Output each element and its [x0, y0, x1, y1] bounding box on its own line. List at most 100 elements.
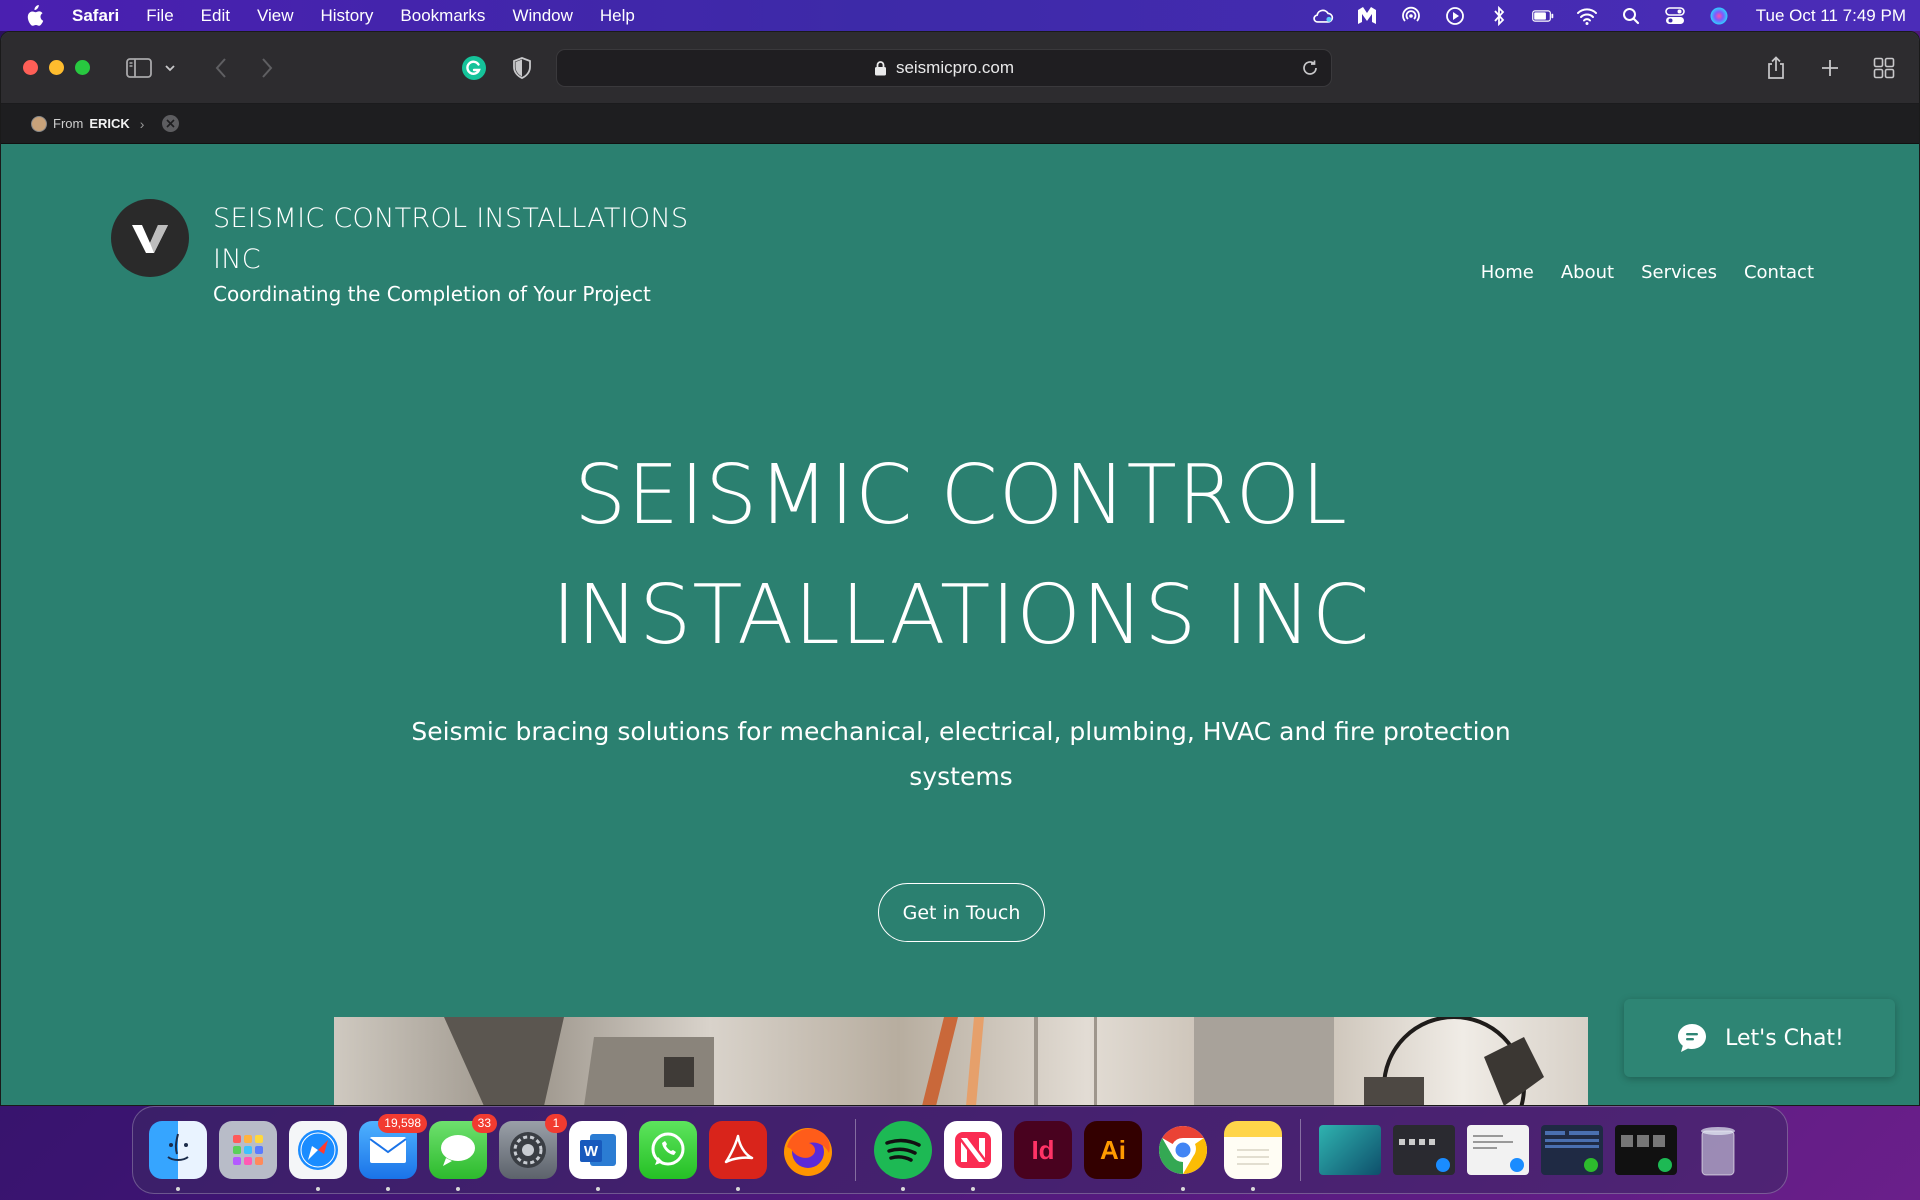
- messages-app-icon[interactable]: 33: [429, 1114, 497, 1191]
- running-indicator: [596, 1187, 600, 1191]
- get-in-touch-button[interactable]: Get in Touch: [878, 883, 1045, 942]
- hero-subtitle: Seismic bracing solutions for mechanical…: [411, 717, 1511, 791]
- new-tab-plus-icon[interactable]: [1817, 53, 1843, 83]
- nav-contact[interactable]: Contact: [1744, 262, 1814, 283]
- play-circle-icon[interactable]: [1444, 6, 1466, 26]
- reload-icon[interactable]: [1301, 59, 1319, 77]
- chrome-app-icon[interactable]: [1154, 1121, 1212, 1191]
- dock-window-thumbnail-2[interactable]: [1393, 1125, 1455, 1175]
- cloud-sync-icon[interactable]: [1312, 6, 1334, 26]
- share-icon[interactable]: [1763, 53, 1789, 83]
- hero-image: [334, 1017, 1588, 1105]
- nav-home[interactable]: Home: [1481, 262, 1534, 283]
- safari-app-icon[interactable]: [289, 1121, 347, 1191]
- site-navigation: Home About Services Contact: [1481, 262, 1814, 283]
- trash-icon[interactable]: [1689, 1121, 1747, 1179]
- illustrator-app-icon[interactable]: Ai: [1084, 1121, 1142, 1179]
- running-indicator: [736, 1187, 740, 1191]
- siri-icon[interactable]: [1708, 6, 1730, 26]
- mail-app-icon[interactable]: 19,598: [359, 1114, 427, 1191]
- indesign-app-icon[interactable]: Id: [1014, 1121, 1072, 1179]
- menu-help[interactable]: Help: [600, 6, 635, 26]
- running-indicator: [1251, 1187, 1255, 1191]
- firefox-app-icon[interactable]: [779, 1121, 837, 1179]
- control-center-icon[interactable]: [1664, 6, 1686, 26]
- v-logo-icon: [132, 225, 168, 253]
- notes-app-icon[interactable]: [1224, 1121, 1282, 1191]
- menu-view[interactable]: View: [257, 6, 294, 26]
- news-app-icon[interactable]: [944, 1121, 1002, 1191]
- tab-overview-icon[interactable]: [1871, 53, 1897, 83]
- site-tagline: Coordinating the Completion of Your Proj…: [213, 282, 651, 306]
- site-logo[interactable]: [111, 199, 189, 277]
- macos-dock: 19,598 33 1 W Id Ai: [132, 1106, 1788, 1194]
- hero-photo: [444, 1017, 1544, 1105]
- messages-unread-badge: 33: [471, 1114, 497, 1133]
- word-app-letter: W: [584, 1143, 599, 1160]
- running-indicator: [316, 1187, 320, 1191]
- shared-from-label: From: [53, 116, 84, 131]
- nav-services[interactable]: Services: [1641, 262, 1717, 283]
- acrobat-app-icon[interactable]: [709, 1121, 767, 1191]
- window-controls: [23, 60, 90, 75]
- back-arrow-icon[interactable]: [208, 53, 234, 83]
- menu-window[interactable]: Window: [512, 6, 572, 26]
- chevron-right-icon[interactable]: ›: [140, 116, 145, 132]
- running-indicator: [901, 1187, 905, 1191]
- running-indicator: [386, 1187, 390, 1191]
- airdrop-icon[interactable]: [1400, 6, 1422, 26]
- web-page: SEISMIC CONTROL INSTALLATIONS INC Coordi…: [1, 144, 1919, 1105]
- address-bar[interactable]: seismicpro.com: [556, 48, 1332, 87]
- nav-about[interactable]: About: [1561, 262, 1614, 283]
- close-window-button[interactable]: [23, 60, 38, 75]
- avatar: [31, 115, 47, 132]
- system-settings-app-icon[interactable]: 1: [499, 1114, 567, 1179]
- malwarebytes-icon[interactable]: [1356, 6, 1378, 26]
- dock-window-thumbnail-4[interactable]: [1541, 1125, 1603, 1175]
- dock-separator: [1300, 1119, 1301, 1181]
- chat-widget-label: Let's Chat!: [1725, 1025, 1844, 1051]
- launchpad-app-icon[interactable]: [219, 1121, 277, 1179]
- menu-history[interactable]: History: [321, 6, 374, 26]
- privacy-shield-icon[interactable]: [510, 53, 534, 83]
- menu-bar-tray: Tue Oct 11 7:49 PM: [1312, 5, 1906, 26]
- dock-separator: [855, 1119, 856, 1181]
- finder-app-icon[interactable]: [149, 1121, 207, 1191]
- spotify-app-icon[interactable]: [874, 1121, 932, 1191]
- toolbar-right-actions: [1763, 53, 1897, 83]
- hero-title-line2: INSTALLATIONS INC: [551, 568, 1371, 663]
- menu-bookmarks[interactable]: Bookmarks: [400, 6, 485, 26]
- address-bar-url: seismicpro.com: [895, 57, 1015, 77]
- close-icon[interactable]: [162, 115, 180, 132]
- dock-window-thumbnail-5[interactable]: [1615, 1125, 1677, 1175]
- running-indicator: [176, 1187, 180, 1191]
- whatsapp-app-icon[interactable]: [639, 1121, 697, 1179]
- bluetooth-icon[interactable]: [1488, 5, 1510, 26]
- forward-arrow-icon[interactable]: [254, 53, 280, 83]
- chat-widget-button[interactable]: Let's Chat!: [1624, 999, 1895, 1077]
- shared-from-name[interactable]: ERICK: [89, 116, 129, 131]
- sidebar-toggle-icon[interactable]: [124, 53, 154, 83]
- dock-window-thumbnail-1[interactable]: [1319, 1125, 1381, 1175]
- hero-title-line1: SEISMIC CONTROL: [574, 448, 1348, 543]
- browser-toolbar: seismicpro.com: [1, 32, 1919, 104]
- safari-window: seismicpro.com From ERICK › SEISMIC CONT…: [0, 31, 1920, 1106]
- menu-file[interactable]: File: [146, 6, 173, 26]
- dock-window-thumbnail-3[interactable]: [1467, 1125, 1529, 1175]
- menu-app-safari[interactable]: Safari: [72, 6, 119, 26]
- site-name[interactable]: SEISMIC CONTROL INSTALLATIONS INC: [213, 198, 733, 280]
- running-indicator: [456, 1187, 460, 1191]
- spotlight-search-icon[interactable]: [1620, 6, 1642, 26]
- menu-edit[interactable]: Edit: [201, 6, 230, 26]
- battery-icon[interactable]: [1531, 6, 1554, 26]
- minimize-window-button[interactable]: [49, 60, 64, 75]
- wifi-icon[interactable]: [1576, 6, 1598, 26]
- grammarly-extension-icon[interactable]: [460, 53, 488, 83]
- running-indicator: [1181, 1187, 1185, 1191]
- apple-icon[interactable]: [24, 4, 46, 27]
- word-app-icon[interactable]: W: [569, 1121, 627, 1191]
- chevron-down-icon[interactable]: [162, 53, 178, 83]
- menu-bar-clock[interactable]: Tue Oct 11 7:49 PM: [1756, 6, 1906, 26]
- fullscreen-window-button[interactable]: [75, 60, 90, 75]
- settings-update-badge: 1: [545, 1114, 567, 1133]
